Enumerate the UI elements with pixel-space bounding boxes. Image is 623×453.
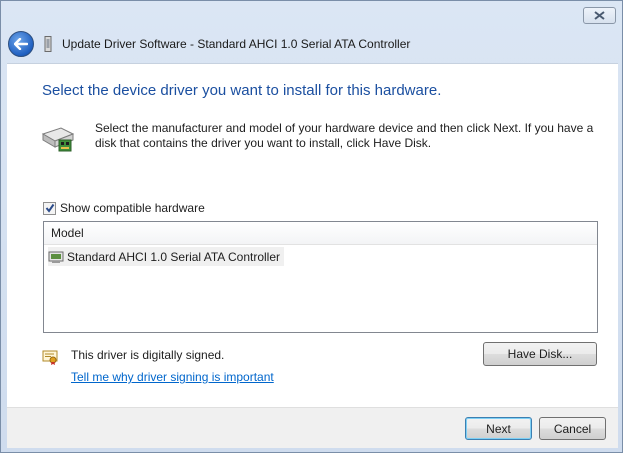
- close-icon: [594, 11, 605, 20]
- update-driver-window: Update Driver Software - Standard AHCI 1…: [0, 0, 623, 453]
- show-compatible-checkbox[interactable]: [43, 201, 56, 215]
- model-list-item[interactable]: Standard AHCI 1.0 Serial ATA Controller: [48, 247, 284, 266]
- driver-signing-link[interactable]: Tell me why driver signing is important: [71, 370, 274, 384]
- have-disk-button[interactable]: Have Disk...: [483, 342, 597, 366]
- device-manager-icon: [44, 35, 52, 53]
- instruction-text: Select the manufacturer and model of you…: [95, 121, 594, 150]
- page-heading: Select the device driver you want to ins…: [42, 82, 442, 99]
- cancel-button[interactable]: Cancel: [539, 417, 606, 440]
- certificate-icon: [42, 350, 58, 365]
- model-list[interactable]: Model Standard AHCI 1.0 Serial ATA Contr…: [43, 221, 598, 333]
- model-item-label: Standard AHCI 1.0 Serial ATA Controller: [67, 249, 280, 264]
- dialog-footer: Next Cancel: [7, 407, 618, 448]
- title-bar: Update Driver Software - Standard AHCI 1…: [7, 29, 618, 59]
- show-compatible-label[interactable]: Show compatible hardware: [60, 201, 205, 215]
- model-column-header[interactable]: Model: [44, 222, 597, 245]
- model-header-label: Model: [51, 226, 84, 240]
- back-button[interactable]: [8, 31, 34, 57]
- next-button[interactable]: Next: [465, 417, 532, 440]
- driver-icon: [48, 251, 64, 263]
- back-arrow-icon: [14, 38, 28, 50]
- hardware-device-icon: [41, 127, 75, 152]
- show-compatible-row[interactable]: Show compatible hardware: [43, 201, 205, 215]
- close-button[interactable]: [583, 7, 616, 24]
- signing-status: This driver is digitally signed.: [71, 348, 225, 362]
- window-title: Update Driver Software - Standard AHCI 1…: [62, 37, 411, 51]
- main-content: Select the device driver you want to ins…: [7, 63, 618, 407]
- checkmark-icon: [45, 203, 54, 213]
